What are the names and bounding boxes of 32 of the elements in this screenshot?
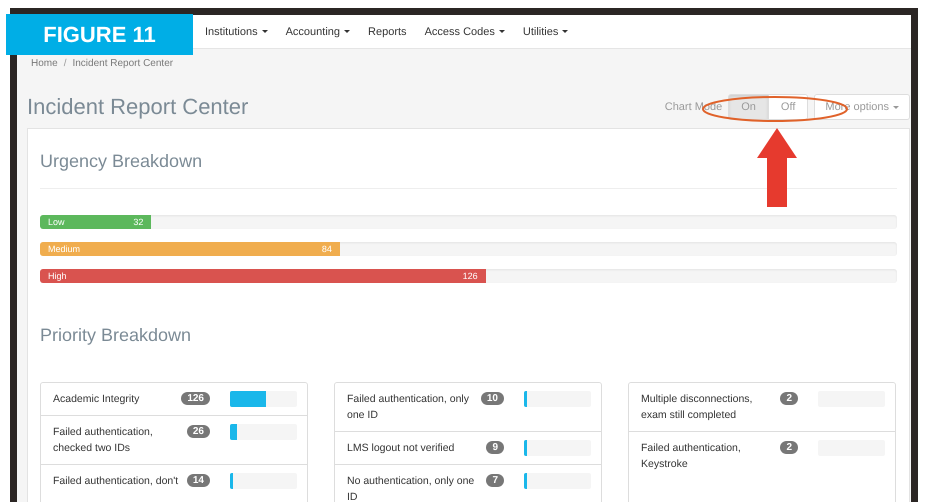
count-badge: 2	[780, 392, 798, 405]
breadcrumb-separator: /	[64, 58, 66, 69]
page-title: Incident Report Center	[27, 94, 250, 120]
breadcrumb-item[interactable]: Home	[31, 58, 58, 69]
nav-menu-item[interactable]: Accounting	[286, 26, 350, 38]
priority-label: Multiple disconnections, exam still completed	[641, 392, 754, 423]
count-badge: 7	[486, 474, 504, 487]
figure-label: FIGURE 11	[6, 14, 193, 55]
section-title: Priority Breakdown	[40, 325, 192, 346]
count-badge: 10	[480, 392, 504, 405]
count-badge: 26	[186, 425, 210, 438]
count-badge: 9	[486, 441, 504, 454]
count-badge: 126	[181, 392, 210, 405]
count-badge: 14	[186, 474, 210, 487]
nav-menu-item[interactable]: Access Codes	[424, 26, 505, 38]
arrow-icon	[757, 128, 797, 207]
priority-label: Failed authentication, Keystroke	[641, 441, 742, 472]
urgency-bar: Low 32	[40, 215, 152, 229]
priority-label: LMS logout not verified	[347, 441, 456, 456]
priority-label: Failed authentication, checked two IDs	[53, 425, 154, 456]
priority-label: Failed authentication, don't	[53, 474, 180, 489]
urgency-bar: Medium 84	[40, 242, 340, 256]
section-title: Urgency Breakdown	[40, 151, 202, 172]
priority-label: Academic Integrity	[53, 392, 140, 407]
nav-menu-item[interactable]: Institutions	[205, 26, 268, 38]
breadcrumb-item: Incident Report Center	[72, 58, 174, 69]
urgency-bar: High 126	[40, 269, 486, 283]
priority-label: Failed authentication, only one ID	[347, 392, 470, 423]
nav-menu-item[interactable]: Utilities	[522, 26, 568, 38]
count-badge: 2	[780, 441, 798, 454]
nav-menu-item[interactable]: Reports	[368, 26, 407, 38]
priority-label: No authentication, only one ID	[347, 474, 476, 502]
